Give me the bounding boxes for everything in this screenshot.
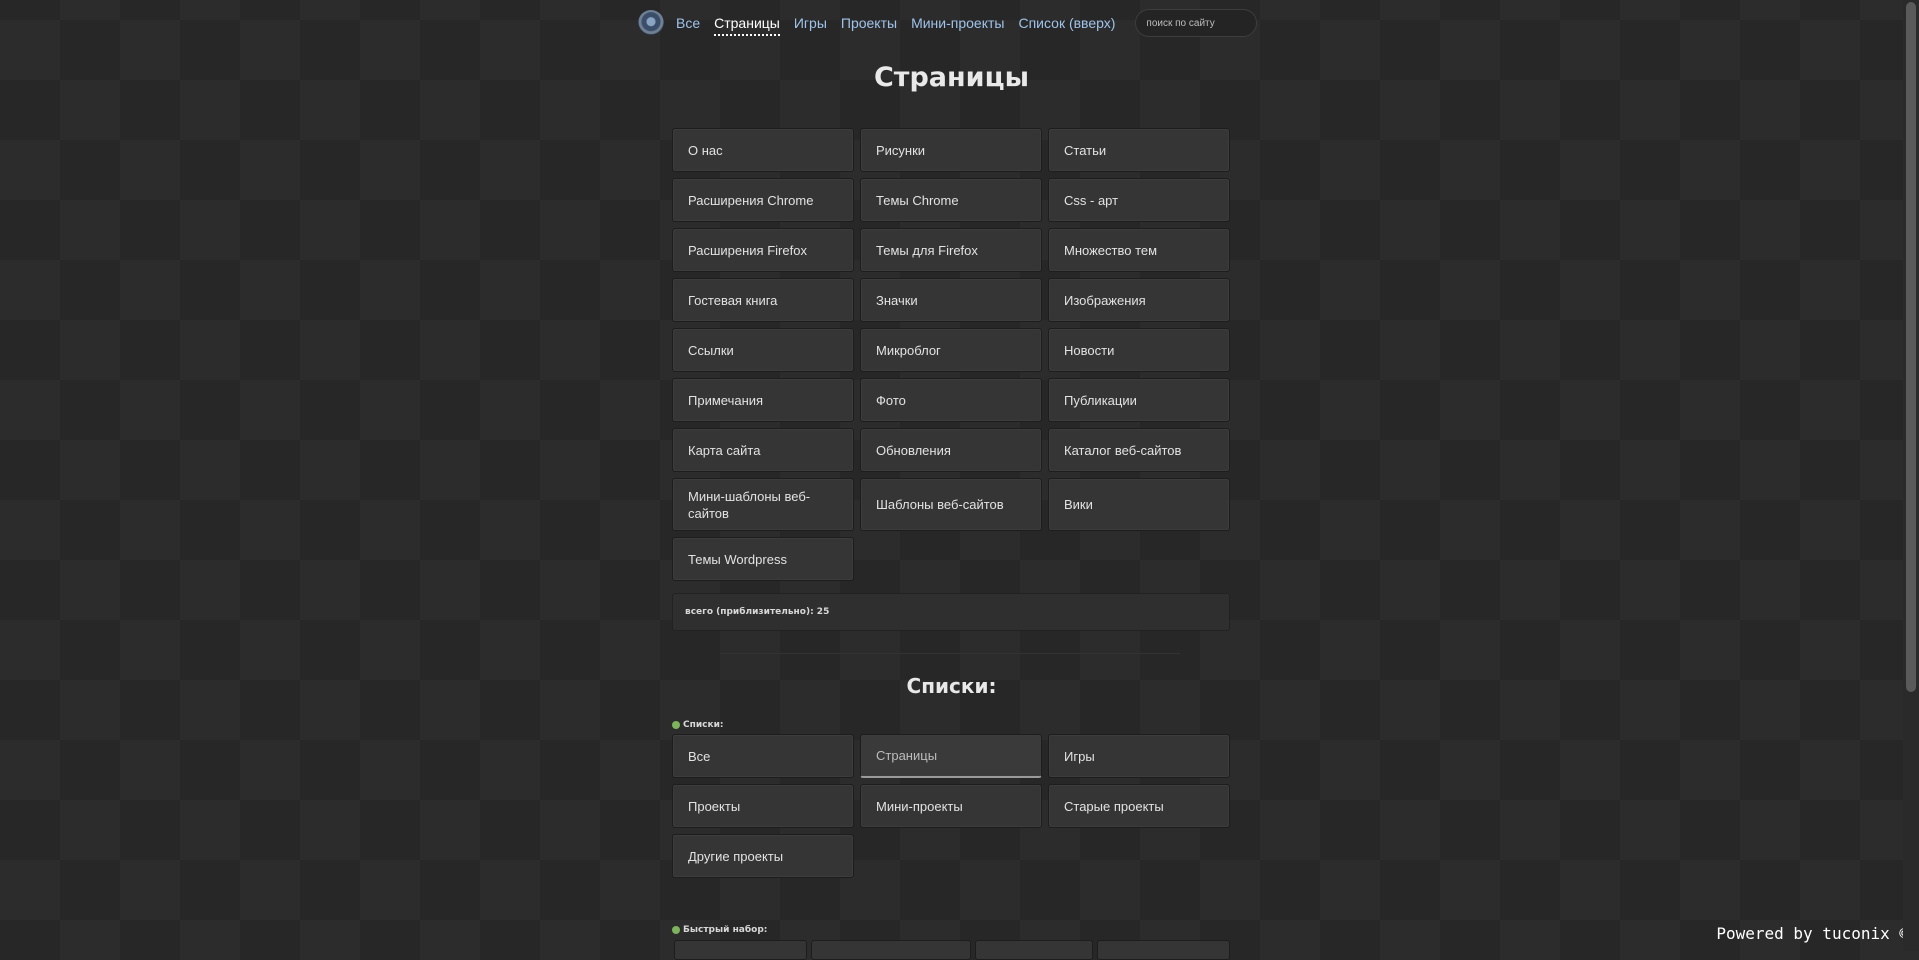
page-card-icons[interactable]: Значки — [860, 278, 1042, 322]
page-card-many-themes[interactable]: Множество тем — [1048, 228, 1230, 272]
page-card-notes[interactable]: Примечания — [672, 378, 854, 422]
lists-title: Списки: — [906, 674, 997, 698]
lists-label-text: Списки: — [683, 720, 724, 730]
green-dot-icon — [672, 721, 680, 729]
page-card-drawings[interactable]: Рисунки — [860, 128, 1042, 172]
page-card-sitemap[interactable]: Карта сайта — [672, 428, 854, 472]
page-card-firefox-themes[interactable]: Темы для Firefox — [860, 228, 1042, 272]
green-dot-icon — [672, 926, 680, 934]
nav-link-all[interactable]: Все — [676, 11, 700, 35]
page-card-publications[interactable]: Публикации — [1048, 378, 1230, 422]
nav-link-projects[interactable]: Проекты — [841, 11, 897, 35]
list-card-old-projects[interactable]: Старые проекты — [1048, 784, 1230, 828]
page-card-about[interactable]: О нас — [672, 128, 854, 172]
lists-grid: Все Страницы Игры Проекты Мини-проекты С… — [672, 734, 1230, 878]
list-card-all[interactable]: Все — [672, 734, 854, 778]
quick-set-label: Быстрый набор: — [672, 925, 767, 935]
quick-set-label-text: Быстрый набор: — [683, 925, 768, 935]
page-card-articles[interactable]: Статьи — [1048, 128, 1230, 172]
list-card-mini-projects[interactable]: Мини-проекты — [860, 784, 1042, 828]
page-card-updates[interactable]: Обновления — [860, 428, 1042, 472]
page-title: Страницы — [873, 62, 1029, 93]
lists-label: Списки: — [672, 720, 723, 730]
nav-link-mini-projects[interactable]: Мини-проекты — [911, 11, 1004, 35]
total-count: всего (приблизительно): 25 — [672, 593, 1230, 631]
vertical-scrollbar[interactable] — [1903, 0, 1919, 951]
section-divider — [720, 653, 1180, 654]
page-card-website-catalog[interactable]: Каталог веб-сайтов — [1048, 428, 1230, 472]
page-card-guestbook[interactable]: Гостевая книга — [672, 278, 854, 322]
quick-set-item[interactable] — [811, 940, 971, 960]
page-card-wordpress-themes[interactable]: Темы Wordpress — [672, 537, 854, 581]
site-logo-icon[interactable] — [638, 10, 664, 36]
page-card-chrome-themes[interactable]: Темы Chrome — [860, 178, 1042, 222]
top-navigation: Все Страницы Игры Проекты Мини-проекты С… — [638, 8, 1258, 38]
quick-set-item[interactable] — [975, 940, 1093, 960]
pages-grid: О нас Рисунки Статьи Расширения Chrome Т… — [672, 128, 1230, 581]
scrollbar-thumb[interactable] — [1906, 2, 1916, 692]
list-card-projects[interactable]: Проекты — [672, 784, 854, 828]
page-card-firefox-extensions[interactable]: Расширения Firefox — [672, 228, 854, 272]
list-card-games[interactable]: Игры — [1048, 734, 1230, 778]
page-card-mini-templates[interactable]: Мини-шаблоны веб-сайтов — [672, 478, 854, 531]
quick-set-item[interactable] — [1097, 940, 1230, 960]
nav-link-games[interactable]: Игры — [794, 11, 827, 35]
nav-link-list-up[interactable]: Список (вверх) — [1018, 11, 1115, 35]
page-card-chrome-extensions[interactable]: Расширения Chrome — [672, 178, 854, 222]
page-card-photo[interactable]: Фото — [860, 378, 1042, 422]
powered-by-footer: Powered by tuconix © — [1716, 924, 1909, 943]
page-card-images[interactable]: Изображения — [1048, 278, 1230, 322]
quick-set-item[interactable] — [674, 940, 807, 960]
page-card-wiki[interactable]: Вики — [1048, 478, 1230, 531]
list-card-pages-current[interactable]: Страницы — [860, 734, 1042, 778]
nav-link-pages[interactable]: Страницы — [714, 11, 780, 36]
page-card-css-art[interactable]: Css - арт — [1048, 178, 1230, 222]
page-card-news[interactable]: Новости — [1048, 328, 1230, 372]
page-card-microblog[interactable]: Микроблог — [860, 328, 1042, 372]
list-card-other-projects[interactable]: Другие проекты — [672, 834, 854, 878]
search-input[interactable] — [1135, 9, 1258, 37]
page-card-links[interactable]: Ссылки — [672, 328, 854, 372]
page-card-website-templates[interactable]: Шаблоны веб-сайтов — [860, 478, 1042, 531]
